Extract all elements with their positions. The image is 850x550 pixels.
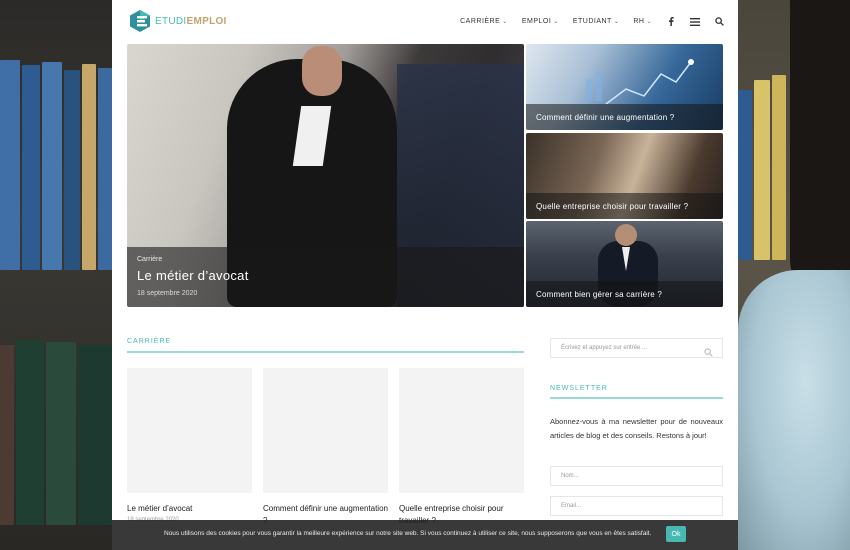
hero-title[interactable]: Le métier d’avocat bbox=[137, 268, 249, 283]
cookie-banner: Nous utilisons des cookies pour vous gar… bbox=[112, 520, 738, 550]
menu-icon[interactable] bbox=[690, 17, 700, 27]
section-divider bbox=[127, 351, 524, 353]
person-figure bbox=[738, 270, 850, 550]
cookie-message: Nous utilisons des cookies pour vous gar… bbox=[164, 530, 652, 537]
site-logo[interactable]: ETUDIEMPLOI bbox=[128, 8, 227, 34]
newsletter-text: Abonnez-vous à ma newsletter pour de nou… bbox=[550, 417, 723, 440]
newsletter-title: NEWSLETTER bbox=[550, 385, 608, 392]
email-placeholder: Email... bbox=[561, 503, 582, 509]
name-placeholder: Nom... bbox=[561, 473, 579, 479]
hero-category[interactable]: Carrière bbox=[137, 256, 162, 263]
hero-date: 18 septembre 2020 bbox=[137, 290, 198, 297]
nav-item-label: CARRIÈRE bbox=[460, 18, 501, 25]
logo-mark-icon bbox=[128, 9, 152, 33]
search-icon[interactable] bbox=[714, 17, 724, 27]
cookie-ok-button[interactable]: Ok bbox=[666, 526, 686, 542]
nav-item-label: ETUDIANT bbox=[572, 18, 612, 25]
post-card[interactable]: Quelle entreprise choisir pour travaille… bbox=[399, 368, 524, 527]
card-title[interactable]: Comment bien gérer sa carrière ? bbox=[536, 290, 662, 299]
newsletter-divider bbox=[550, 397, 723, 399]
facebook-icon[interactable] bbox=[666, 17, 676, 27]
nav-item-rh[interactable]: RH ⌄ bbox=[633, 18, 652, 25]
nav-item-label: RH bbox=[633, 18, 645, 25]
newsletter-name-field[interactable]: Nom... bbox=[550, 466, 723, 486]
post-card[interactable]: Le métier d’avocat 18 septembre 2020 bbox=[127, 368, 252, 523]
post-thumbnail[interactable] bbox=[399, 368, 524, 493]
chevron-down-icon: ⌄ bbox=[613, 19, 620, 25]
hero-image-head bbox=[302, 46, 342, 96]
chevron-down-icon: ⌄ bbox=[646, 19, 652, 25]
newsletter-email-field[interactable]: Email... bbox=[550, 496, 723, 516]
logo-text-part2: EMPLOI bbox=[186, 15, 227, 27]
bookshelf-left bbox=[0, 0, 112, 550]
hero-featured-post[interactable]: Carrière Le métier d’avocat 18 septembre… bbox=[127, 44, 524, 307]
search-icon[interactable] bbox=[704, 344, 714, 357]
chevron-down-icon: ⌄ bbox=[502, 19, 508, 25]
side-card-entreprise[interactable]: Quelle entreprise choisir pour travaille… bbox=[526, 133, 723, 219]
person-hair bbox=[790, 0, 850, 300]
card-title[interactable]: Quelle entreprise choisir pour travaille… bbox=[536, 202, 688, 211]
site-header: ETUDIEMPLOI CARRIÈRE ⌄ EMPLOI ⌄ ETUDIANT… bbox=[112, 0, 738, 43]
bookshelf-right bbox=[738, 0, 850, 550]
section-title[interactable]: CARRIÈRE bbox=[127, 338, 171, 345]
side-card-carriere[interactable]: Comment bien gérer sa carrière ? bbox=[526, 221, 723, 307]
nav-item-carriere[interactable]: CARRIÈRE ⌄ bbox=[460, 18, 508, 25]
post-title[interactable]: Le métier d’avocat bbox=[127, 503, 252, 515]
card-title[interactable]: Comment définir une augmentation ? bbox=[536, 113, 674, 122]
logo-text: ETUDIEMPLOI bbox=[155, 16, 227, 27]
search-placeholder: Écrivez et appuyez sur entrée ... bbox=[561, 345, 648, 351]
post-thumbnail[interactable] bbox=[127, 368, 252, 493]
main-nav: CARRIÈRE ⌄ EMPLOI ⌄ ETUDIANT ⌄ RH ⌄ bbox=[460, 0, 724, 43]
logo-text-part1: ETUDI bbox=[155, 15, 187, 27]
sidebar-search-input[interactable]: Écrivez et appuyez sur entrée ... bbox=[550, 338, 723, 358]
chevron-down-icon: ⌄ bbox=[553, 19, 559, 25]
post-card[interactable]: Comment définir une augmentation ? bbox=[263, 368, 388, 527]
post-thumbnail[interactable] bbox=[263, 368, 388, 493]
side-card-augmentation[interactable]: Comment définir une augmentation ? bbox=[526, 44, 723, 130]
nav-item-emploi[interactable]: EMPLOI ⌄ bbox=[522, 18, 559, 25]
nav-item-label: EMPLOI bbox=[521, 18, 552, 25]
page-content: ETUDIEMPLOI CARRIÈRE ⌄ EMPLOI ⌄ ETUDIANT… bbox=[112, 0, 738, 550]
nav-item-etudiant[interactable]: ETUDIANT ⌄ bbox=[573, 18, 620, 25]
